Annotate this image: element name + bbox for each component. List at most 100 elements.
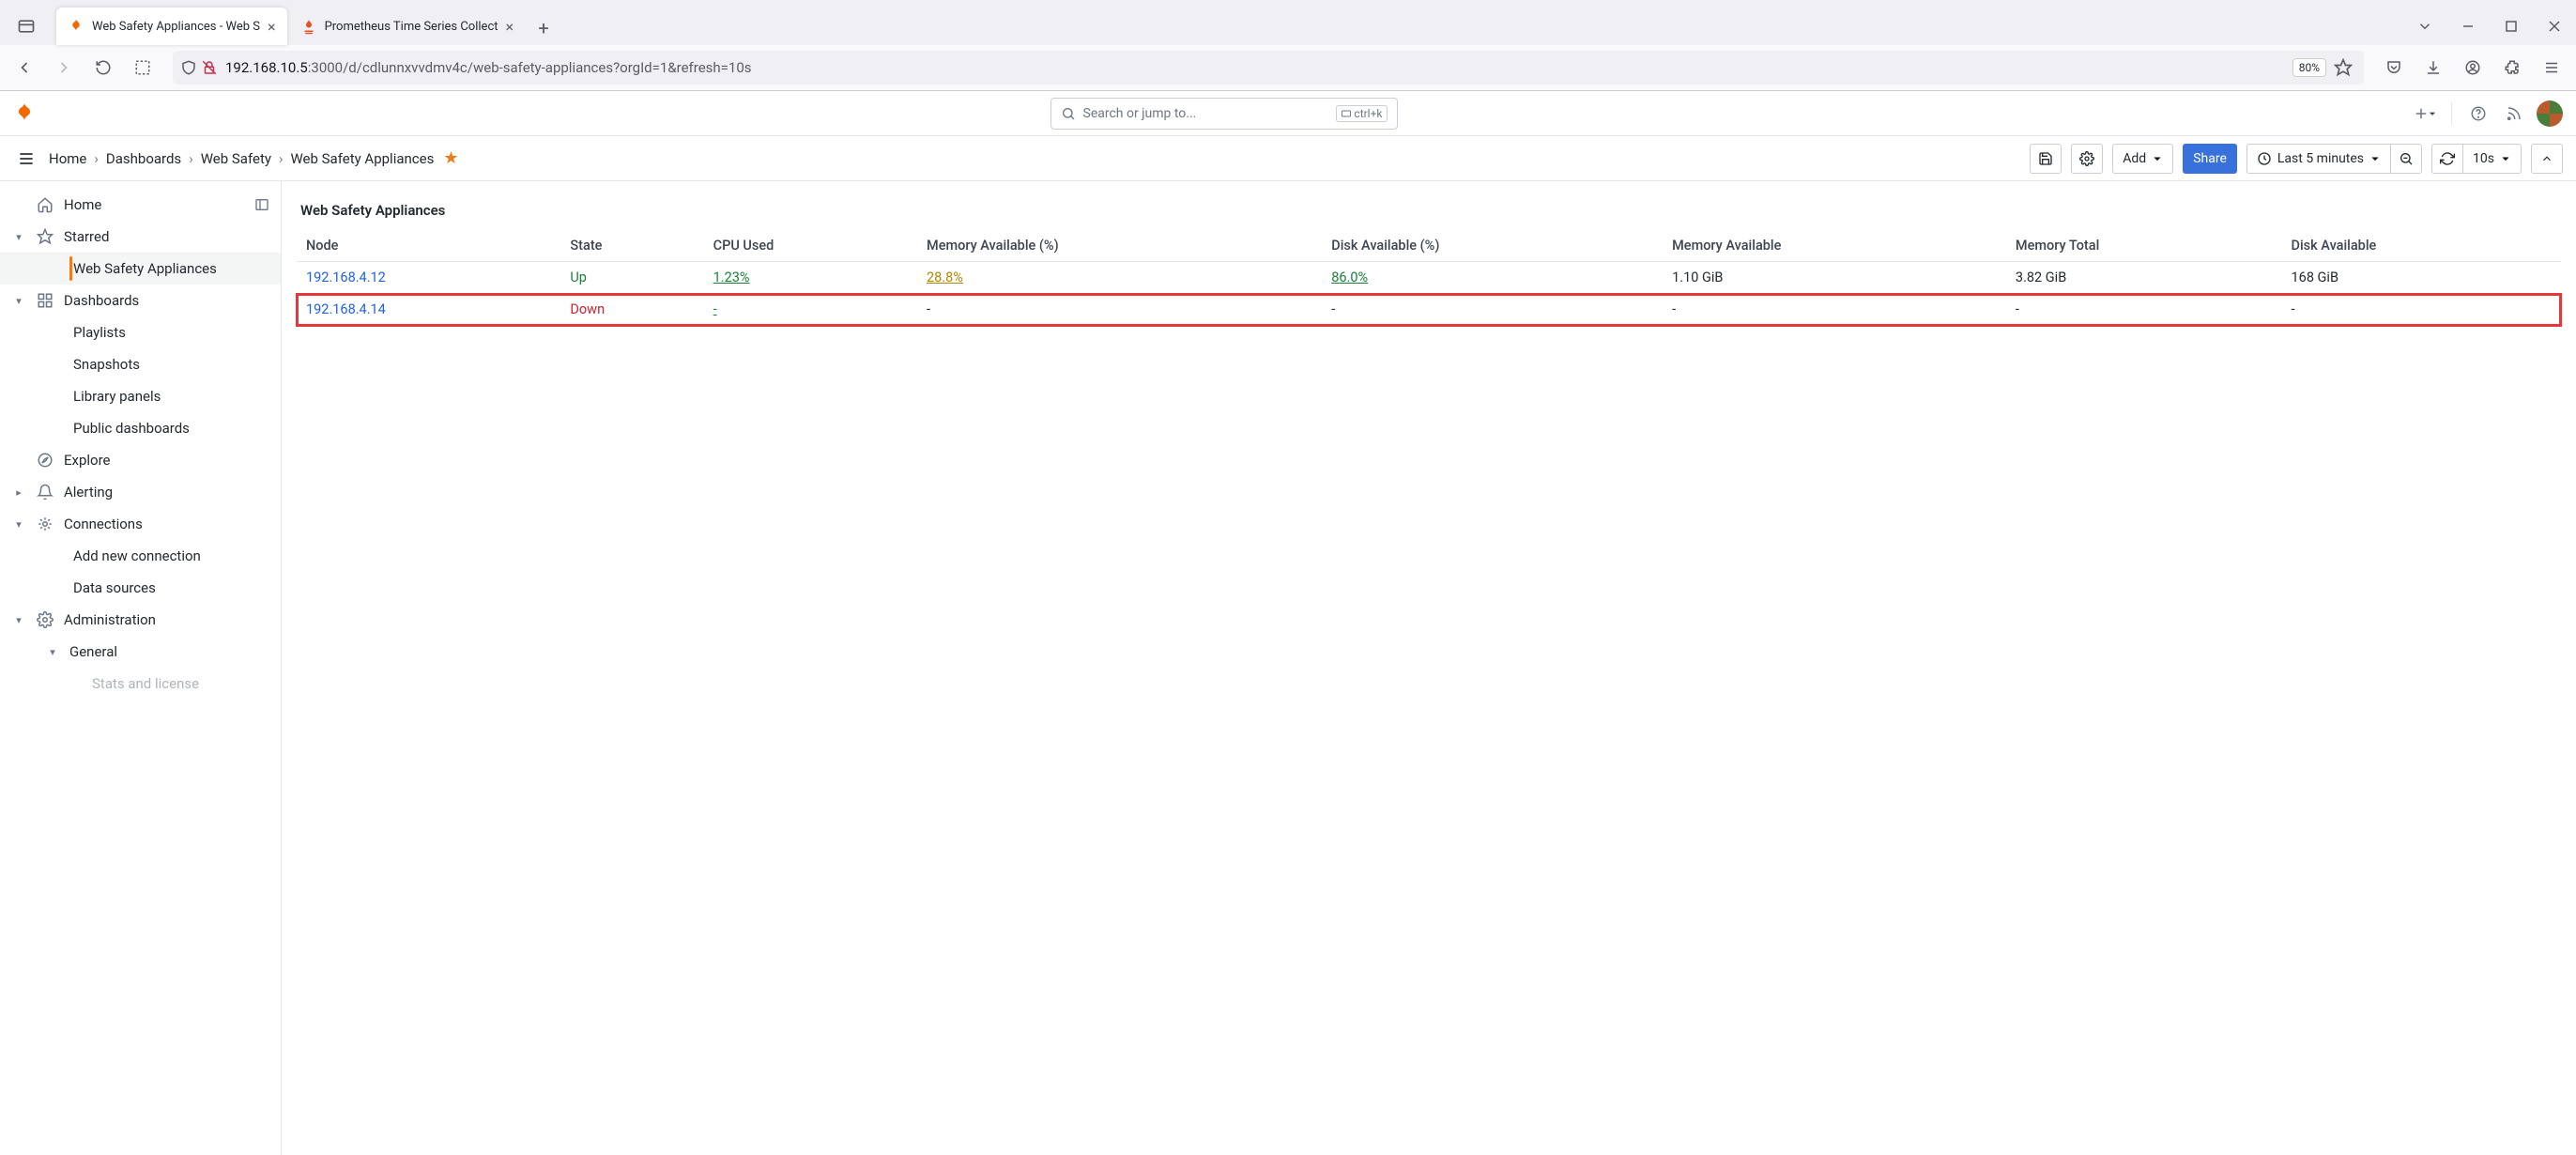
column-header[interactable]: Node [297, 230, 560, 262]
memtotal-value: 3.82 GiB [2006, 262, 2282, 294]
apps-icon [36, 291, 54, 310]
sidebar-item[interactable]: ▾Administration [0, 604, 281, 636]
browser-tab[interactable]: Prometheus Time Series Collect × [289, 8, 525, 45]
hamburger-icon[interactable] [13, 146, 39, 172]
sidebar-child-item[interactable]: Web Safety Appliances [0, 253, 281, 285]
zoom-out-button[interactable] [2390, 144, 2422, 174]
column-header[interactable]: State [560, 230, 703, 262]
sidebar-item[interactable]: ▾Connections [0, 508, 281, 540]
help-icon[interactable] [2465, 100, 2492, 127]
pocket-icon[interactable] [2377, 51, 2411, 85]
refresh-button[interactable] [2431, 144, 2463, 174]
share-button[interactable]: Share [2183, 144, 2237, 174]
dock-icon[interactable] [254, 197, 269, 212]
column-header[interactable]: Disk Available (%) [1322, 230, 1663, 262]
grafana-logo-icon[interactable] [13, 102, 36, 125]
chevron-icon: ▾ [11, 614, 26, 626]
window-minimize-button[interactable] [2446, 8, 2490, 45]
chevron-icon: ▾ [11, 231, 26, 243]
disk-percent-value[interactable]: 86.0% [1331, 270, 1368, 285]
column-header[interactable]: Memory Available (%) [917, 230, 1322, 262]
user-avatar[interactable] [2537, 100, 2563, 127]
prometheus-favicon-icon [300, 18, 317, 35]
zoom-badge[interactable]: 80% [2292, 58, 2326, 77]
sidebar-label: Playlists [73, 324, 126, 341]
sidebar-item[interactable]: ▾Starred [0, 221, 281, 253]
account-icon[interactable] [2456, 51, 2490, 85]
tab-close-icon[interactable]: × [506, 18, 514, 36]
tab-title: Prometheus Time Series Collect [325, 20, 498, 34]
sidebar-item[interactable]: ▾Dashboards [0, 285, 281, 316]
plug-icon [36, 515, 54, 533]
breadcrumb-item[interactable]: Web Safety [201, 150, 271, 167]
insecure-icon[interactable] [201, 59, 218, 76]
time-range-picker[interactable]: Last 5 minutes [2246, 144, 2391, 174]
column-header[interactable]: Memory Available [1663, 230, 2006, 262]
mem-value: 1.10 GiB [1663, 262, 2006, 294]
window-maximize-button[interactable] [2490, 8, 2533, 45]
nav-back-button[interactable] [8, 51, 41, 85]
add-button[interactable]: Add [2112, 144, 2173, 174]
save-dashboard-button[interactable] [2030, 144, 2062, 174]
sidebar-child-item[interactable]: Public dashboards [0, 412, 281, 444]
downloads-icon[interactable] [2416, 51, 2450, 85]
sidebar-item[interactable]: ▸Alerting [0, 476, 281, 508]
nav-reload-button[interactable] [86, 51, 120, 85]
cpu-value[interactable]: 1.23% [713, 270, 750, 285]
bookmark-star-icon[interactable] [2334, 58, 2353, 77]
home-icon [36, 195, 54, 214]
favorite-star-icon[interactable]: ★ [443, 148, 458, 168]
sidebar-item[interactable]: Home [0, 189, 281, 221]
chevron-icon: ▾ [45, 646, 60, 658]
search-icon [1061, 106, 1076, 121]
refresh-interval-picker[interactable]: 10s [2462, 144, 2522, 174]
breadcrumb-item[interactable]: Dashboards [106, 150, 181, 167]
node-link[interactable]: 192.168.4.12 [306, 270, 386, 285]
sidebar-child-item[interactable]: Library panels [0, 380, 281, 412]
node-link[interactable]: 192.168.4.14 [306, 301, 386, 317]
tab-close-icon[interactable]: × [268, 18, 276, 36]
sidebar-label: Alerting [64, 484, 113, 500]
rss-icon[interactable] [2501, 100, 2527, 127]
sidebar-item[interactable]: Explore [0, 444, 281, 476]
address-bar[interactable]: 192.168.10.5:3000/d/cdlunnxvvdmv4c/web-s… [173, 51, 2364, 85]
table-row: 192.168.4.12Up1.23%28.8%86.0%1.10 GiB3.8… [297, 262, 2561, 294]
bell-icon [36, 483, 54, 501]
window-close-button[interactable] [2533, 8, 2576, 45]
sidebar-child-item[interactable]: Stats and license [0, 668, 281, 700]
add-panel-button[interactable] [2412, 100, 2438, 127]
state-value: Down [570, 301, 605, 317]
sidebar-label: General [69, 643, 117, 660]
tab-title: Web Safety Appliances - Web S [92, 20, 260, 34]
global-search[interactable]: Search or jump to... ctrl+k [1050, 98, 1398, 130]
disk-value: 168 GiB [2282, 262, 2561, 294]
sidebar-item[interactable]: ▾ General [0, 636, 281, 668]
chevron-down-icon [2500, 153, 2511, 164]
panel-title: Web Safety Appliances [297, 196, 2561, 224]
extensions-icon[interactable] [2495, 51, 2529, 85]
column-header[interactable]: CPU Used [704, 230, 917, 262]
new-tab-button[interactable]: + [527, 11, 560, 45]
kiosk-mode-button[interactable] [2531, 144, 2563, 174]
cpu-value[interactable]: - [713, 301, 717, 317]
nav-screenshot-button[interactable] [126, 51, 160, 85]
sidebar-child-item[interactable]: Data sources [0, 572, 281, 604]
sidebar-child-item[interactable]: Playlists [0, 316, 281, 348]
sidebar-toggle-icon[interactable] [8, 8, 45, 45]
sidebar-label: Snapshots [73, 356, 140, 373]
tab-list-button[interactable] [2403, 8, 2446, 45]
breadcrumb-item[interactable]: Home [49, 150, 86, 167]
dashboard-settings-button[interactable] [2071, 144, 2103, 174]
grafana-header: Search or jump to... ctrl+k [0, 91, 2576, 136]
shield-icon[interactable] [180, 59, 197, 76]
column-header[interactable]: Disk Available [2282, 230, 2561, 262]
sidebar-label: Explore [64, 452, 111, 469]
app-menu-icon[interactable] [2535, 51, 2568, 85]
sidebar-child-item[interactable]: Add new connection [0, 540, 281, 572]
browser-tab-active[interactable]: Web Safety Appliances - Web S × [56, 8, 287, 45]
column-header[interactable]: Memory Total [2006, 230, 2282, 262]
sidebar-label: Public dashboards [73, 420, 190, 437]
sidebar-child-item[interactable]: Snapshots [0, 348, 281, 380]
nav-forward-button [47, 51, 81, 85]
mem-percent-value[interactable]: 28.8% [927, 270, 963, 285]
